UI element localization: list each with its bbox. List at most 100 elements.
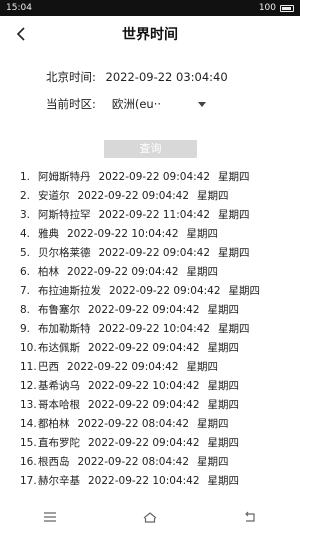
list-item: 6. 柏林 2022-09-22 09:04:42 星期四	[20, 265, 296, 279]
city-name: 布达佩斯	[38, 342, 80, 354]
city-datetime: 2022-09-22 08:04:42	[77, 418, 190, 430]
return-icon[interactable]	[242, 509, 258, 528]
city-weekday: 星期四	[218, 171, 250, 183]
city-datetime: 2022-09-22 09:04:42	[98, 171, 211, 183]
list-item: 1. 阿姆斯特丹 2022-09-22 09:04:42 星期四	[20, 170, 296, 184]
city-name: 巴西	[38, 361, 59, 373]
list-item: 10. 布达佩斯 2022-09-22 09:04:42 星期四	[20, 341, 296, 355]
system-nav-bar	[0, 503, 300, 533]
city-datetime: 2022-09-22 09:04:42	[88, 399, 200, 411]
list-item-index: 16.	[20, 456, 37, 468]
city-weekday: 星期四	[186, 361, 219, 373]
list-item: 4. 雅典 2022-09-22 10:04:42 星期四	[20, 227, 296, 241]
city-datetime: 2022-09-22 09:04:42	[109, 285, 221, 297]
city-time-list: 1. 阿姆斯特丹 2022-09-22 09:04:42 星期四 2. 安道尔 2022-0…	[20, 170, 296, 512]
list-item-index: 11.	[20, 361, 37, 373]
list-item-index: 13.	[20, 399, 37, 411]
city-name: 根西岛	[38, 456, 70, 468]
city-datetime: 2022-09-22 08:04:42	[77, 456, 190, 468]
list-item: 5. 贝尔格莱德 2022-09-22 09:04:42 星期四	[20, 246, 296, 260]
city-name: 布拉迪斯拉发	[38, 285, 101, 297]
list-item: 3. 阿斯特拉罕 2022-09-22 11:04:42 星期四	[20, 208, 296, 222]
list-item: 11. 巴西 2022-09-22 09:04:42 星期四	[20, 360, 296, 374]
city-weekday: 星期四	[197, 418, 229, 430]
list-item: 12. 基希讷乌 2022-09-22 10:04:42 星期四	[20, 379, 296, 393]
city-name: 安道尔	[38, 190, 70, 202]
query-button[interactable]: 查询	[104, 140, 197, 158]
list-item: 16. 根西岛 2022-09-22 08:04:42 星期四	[20, 455, 296, 469]
status-bar: 15:04 100	[0, 0, 300, 16]
city-weekday: 星期四	[228, 285, 261, 297]
city-weekday: 星期四	[197, 190, 229, 202]
list-item-index: 14.	[20, 418, 37, 430]
beijing-time-row: 北京时间: 2022-09-22 03:04:40	[46, 69, 228, 85]
city-name: 哥本哈根	[38, 399, 80, 411]
top-nav: 世界时间	[0, 16, 300, 54]
timezone-label: 当前时区:	[46, 97, 96, 111]
list-item-index: 7.	[20, 285, 31, 297]
list-item: 2. 安道尔 2022-09-22 09:04:42 星期四	[20, 189, 296, 203]
city-weekday: 星期四	[207, 342, 240, 354]
city-name: 布加勒斯特	[38, 323, 91, 335]
list-item-index: 15.	[20, 437, 37, 449]
timezone-selected-value: 欧洲(eu··	[111, 97, 162, 111]
city-datetime: 2022-09-22 09:04:42	[67, 266, 179, 278]
city-datetime: 2022-09-22 09:04:42	[88, 304, 200, 316]
dropdown-caret-icon	[197, 101, 206, 107]
menu-icon[interactable]	[42, 509, 58, 528]
city-name: 赫尔辛基	[38, 475, 80, 487]
battery-icon	[280, 4, 294, 12]
timezone-row: 当前时区: 欧洲(eu··	[46, 96, 206, 112]
city-weekday: 星期四	[186, 228, 219, 240]
city-datetime: 2022-09-22 11:04:42	[98, 209, 211, 221]
city-name: 阿姆斯特丹	[38, 171, 91, 183]
city-datetime: 2022-09-22 10:04:42	[67, 228, 179, 240]
city-name: 布鲁塞尔	[38, 304, 80, 316]
list-item: 15. 直布罗陀 2022-09-22 09:04:42 星期四	[20, 436, 296, 450]
list-item-index: 5.	[20, 247, 31, 259]
list-item-index: 2.	[20, 190, 31, 202]
city-weekday: 星期四	[197, 456, 229, 468]
city-weekday: 星期四	[207, 437, 240, 449]
city-weekday: 星期四	[207, 475, 240, 487]
city-name: 都柏林	[38, 418, 70, 430]
list-item-index: 3.	[20, 209, 31, 221]
list-item-index: 12.	[20, 380, 37, 392]
city-name: 柏林	[38, 266, 59, 278]
list-item-index: 17.	[20, 475, 37, 487]
list-item-index: 4.	[20, 228, 31, 240]
city-datetime: 2022-09-22 10:04:42	[88, 380, 200, 392]
list-item-index: 10.	[20, 342, 37, 354]
city-name: 贝尔格莱德	[38, 247, 91, 259]
list-item-index: 8.	[20, 304, 31, 316]
city-name: 基希讷乌	[38, 380, 80, 392]
list-item: 17. 赫尔辛基 2022-09-22 10:04:42 星期四	[20, 474, 296, 488]
list-item-index: 9.	[20, 323, 31, 335]
status-icons: 100	[259, 0, 294, 16]
city-weekday: 星期四	[218, 247, 250, 259]
city-datetime: 2022-09-22 09:04:42	[67, 361, 179, 373]
page-title: 世界时间	[122, 27, 178, 43]
list-item-index: 1.	[20, 171, 31, 183]
city-name: 雅典	[38, 228, 59, 240]
city-weekday: 星期四	[207, 304, 240, 316]
city-weekday: 星期四	[207, 380, 240, 392]
city-weekday: 星期四	[186, 266, 219, 278]
city-datetime: 2022-09-22 09:04:42	[88, 437, 200, 449]
city-name: 直布罗陀	[38, 437, 80, 449]
beijing-time-label: 北京时间:	[46, 70, 96, 84]
city-weekday: 星期四	[218, 323, 250, 335]
list-item: 14. 都柏林 2022-09-22 08:04:42 星期四	[20, 417, 296, 431]
city-datetime: 2022-09-22 09:04:42	[77, 190, 190, 202]
battery-level: 100	[258, 3, 276, 13]
list-item-index: 6.	[20, 266, 31, 278]
list-item: 13. 哥本哈根 2022-09-22 09:04:42 星期四	[20, 398, 296, 412]
list-item: 8. 布鲁塞尔 2022-09-22 09:04:42 星期四	[20, 303, 296, 317]
timezone-select[interactable]: 欧洲(eu··	[112, 96, 206, 112]
city-weekday: 星期四	[207, 399, 240, 411]
home-icon[interactable]	[142, 509, 158, 528]
city-weekday: 星期四	[218, 209, 250, 221]
city-name: 阿斯特拉罕	[38, 209, 91, 221]
city-datetime: 2022-09-22 09:04:42	[88, 342, 200, 354]
city-datetime: 2022-09-22 10:04:42	[98, 323, 211, 335]
